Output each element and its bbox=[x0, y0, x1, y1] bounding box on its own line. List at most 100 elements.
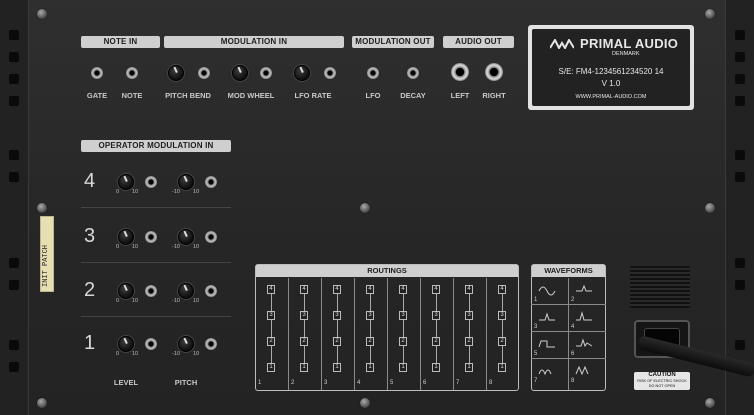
routing-operator-box: 1 bbox=[366, 363, 374, 372]
audio-out-header: AUDIO OUT bbox=[443, 36, 514, 48]
routing-operator-box: 3 bbox=[333, 311, 341, 320]
product-nameplate: PRIMAL AUDIO DENMARK S/E: FM4-1234561234… bbox=[528, 25, 694, 110]
row-divider bbox=[81, 316, 231, 317]
pitch-bend-knob[interactable] bbox=[168, 65, 184, 81]
screw bbox=[705, 203, 715, 213]
ventilation-grille bbox=[630, 266, 690, 308]
operator-modulation-header: OPERATOR MODULATION IN bbox=[81, 140, 231, 152]
lfo-rate-jack[interactable] bbox=[324, 67, 336, 79]
pitch-min-tick: -10 bbox=[172, 189, 180, 195]
level-min-tick: 0 bbox=[116, 189, 120, 195]
routing-link bbox=[502, 294, 503, 311]
decay-out-jack[interactable] bbox=[407, 67, 419, 79]
routing-operator-box: 3 bbox=[432, 311, 440, 320]
pitch-bend-jack[interactable] bbox=[198, 67, 210, 79]
screw bbox=[360, 203, 370, 213]
routing-link bbox=[502, 320, 503, 337]
operator-level-knob[interactable] bbox=[118, 229, 134, 245]
routing-link bbox=[304, 320, 305, 337]
mod-wheel-jack[interactable] bbox=[260, 67, 272, 79]
level-max-tick: 10 bbox=[132, 189, 139, 195]
routing-operator-box: 1 bbox=[333, 363, 341, 372]
mod-wheel-knob[interactable] bbox=[232, 65, 248, 81]
screw bbox=[37, 203, 47, 213]
routing-operator-box: 4 bbox=[432, 285, 440, 294]
row-divider bbox=[81, 262, 231, 263]
operator-number: 2 bbox=[84, 279, 96, 301]
routing-operator-box: 1 bbox=[498, 363, 506, 372]
version: V 1.0 bbox=[601, 79, 621, 88]
screw bbox=[360, 398, 370, 408]
note-jack[interactable] bbox=[126, 67, 138, 79]
modulation-out-header: MODULATION OUT bbox=[352, 36, 434, 48]
routing-number: 6 bbox=[423, 380, 427, 386]
waveform-divider bbox=[531, 331, 606, 332]
routing-operator-box: 3 bbox=[267, 311, 275, 320]
routing-operator-box: 1 bbox=[465, 363, 473, 372]
gate-jack[interactable] bbox=[91, 67, 103, 79]
caution-line2: DO NOT OPEN bbox=[648, 384, 676, 388]
routing-link bbox=[502, 346, 503, 363]
routing-link bbox=[370, 294, 371, 311]
routings-header: ROUTINGS bbox=[256, 265, 518, 277]
operator-level-jack[interactable] bbox=[145, 338, 157, 350]
routing-link bbox=[436, 294, 437, 311]
operator-level-knob[interactable] bbox=[118, 336, 134, 352]
routing-operator-box: 3 bbox=[465, 311, 473, 320]
routing-divider bbox=[486, 278, 487, 390]
routing-link bbox=[271, 294, 272, 311]
operator-level-jack[interactable] bbox=[145, 176, 157, 188]
routing-link bbox=[403, 294, 404, 311]
routing-link bbox=[469, 320, 470, 337]
brand-country: DENMARK bbox=[612, 51, 640, 57]
pitch-max-tick: 10 bbox=[193, 189, 200, 195]
operator-pitch-jack[interactable] bbox=[205, 285, 217, 297]
routing-divider bbox=[288, 278, 289, 390]
operator-pitch-knob[interactable] bbox=[178, 174, 194, 190]
pitch-bend-label: PITCH BEND bbox=[165, 91, 211, 100]
operator-number: 1 bbox=[84, 332, 96, 354]
level-max-tick: 10 bbox=[132, 244, 139, 250]
operator-level-knob[interactable] bbox=[118, 283, 134, 299]
row-divider bbox=[81, 207, 231, 208]
lfo-out-jack[interactable] bbox=[367, 67, 379, 79]
routing-operator-box: 2 bbox=[399, 337, 407, 346]
operator-level-knob[interactable] bbox=[118, 174, 134, 190]
routing-operator-box: 1 bbox=[267, 363, 275, 372]
routing-divider bbox=[420, 278, 421, 390]
level-min-tick: 0 bbox=[116, 244, 120, 250]
routing-link bbox=[469, 346, 470, 363]
device-rack: NOTE IN MODULATION IN MODULATION OUT AUD… bbox=[0, 0, 754, 415]
routing-link bbox=[436, 346, 437, 363]
website: WWW.PRIMAL-AUDIO.COM bbox=[575, 94, 647, 100]
operator-level-jack[interactable] bbox=[145, 285, 157, 297]
waveform-shape-icon bbox=[576, 311, 592, 321]
routing-link bbox=[370, 346, 371, 363]
waveform-number: 4 bbox=[571, 324, 575, 330]
routing-link bbox=[469, 294, 470, 311]
pitch-min-tick: -10 bbox=[172, 298, 180, 304]
operator-pitch-jack[interactable] bbox=[205, 338, 217, 350]
operator-pitch-knob[interactable] bbox=[178, 336, 194, 352]
operator-pitch-jack[interactable] bbox=[205, 176, 217, 188]
routing-number: 2 bbox=[291, 380, 295, 386]
routing-operator-box: 4 bbox=[300, 285, 308, 294]
routing-operator-box: 1 bbox=[399, 363, 407, 372]
routing-link bbox=[403, 320, 404, 337]
operator-pitch-knob[interactable] bbox=[178, 229, 194, 245]
caution-title: CAUTION bbox=[648, 372, 676, 378]
routing-operator-box: 2 bbox=[498, 337, 506, 346]
routing-operator-box: 3 bbox=[399, 311, 407, 320]
brand-name: PRIMAL AUDIO bbox=[580, 36, 679, 51]
left-audio-jack[interactable] bbox=[451, 63, 469, 81]
operator-pitch-jack[interactable] bbox=[205, 231, 217, 243]
pitch-max-tick: 10 bbox=[193, 298, 200, 304]
operator-pitch-knob[interactable] bbox=[178, 283, 194, 299]
screw bbox=[37, 9, 47, 19]
operator-level-jack[interactable] bbox=[145, 231, 157, 243]
right-audio-jack[interactable] bbox=[485, 63, 503, 81]
note-in-header: NOTE IN bbox=[81, 36, 160, 48]
waveform-shape-icon bbox=[576, 284, 592, 292]
lfo-rate-knob[interactable] bbox=[294, 65, 310, 81]
routing-operator-box: 2 bbox=[300, 337, 308, 346]
